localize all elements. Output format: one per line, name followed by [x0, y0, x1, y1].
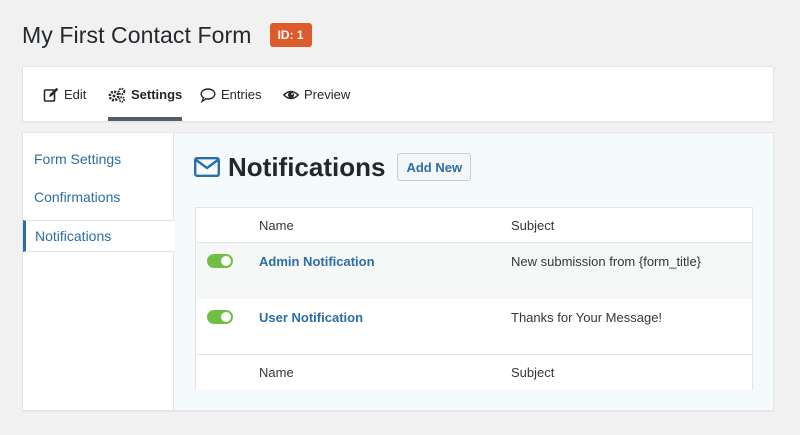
- tab-entries[interactable]: Entries: [200, 67, 261, 122]
- column-header-subject: Subject: [511, 218, 555, 233]
- speech-bubble-icon: [200, 87, 216, 103]
- page-title: My First Contact Form: [22, 21, 252, 48]
- page-header: My First Contact Form ID: 1: [22, 18, 312, 52]
- enable-toggle[interactable]: [207, 310, 233, 324]
- sidebar-item-form-settings[interactable]: Form Settings: [23, 143, 174, 175]
- add-new-button[interactable]: Add New: [397, 153, 472, 181]
- settings-panel: Form Settings Confirmations Notification…: [22, 132, 774, 411]
- column-footer-subject: Subject: [511, 365, 555, 380]
- settings-sidebar: Form Settings Confirmations Notification…: [23, 133, 175, 410]
- table-row: Admin Notification New submission from {…: [196, 243, 752, 299]
- table-footer-row: Name Subject: [196, 355, 752, 390]
- notifications-content: Notifications Add New Name Subject Admin…: [174, 133, 773, 410]
- tab-edit[interactable]: Edit: [43, 67, 86, 122]
- sidebar-item-confirmations[interactable]: Confirmations: [23, 181, 174, 213]
- table-header-row: Name Subject: [196, 208, 752, 243]
- sidebar-item-notifications[interactable]: Notifications: [23, 220, 175, 252]
- page: My First Contact Form ID: 1 Edit Setting…: [0, 0, 800, 435]
- section-title: Notifications: [228, 151, 386, 182]
- gears-icon: [108, 87, 126, 103]
- column-header-name: Name: [259, 218, 294, 233]
- notification-name-link[interactable]: Admin Notification: [259, 254, 375, 269]
- notification-name-cell: User Notification: [259, 299, 363, 335]
- form-tabs: Edit Settings Entries Preview: [22, 66, 774, 122]
- notification-subject: New submission from {form_title}: [511, 253, 702, 269]
- toggle-knob: [221, 312, 231, 322]
- tab-label: Settings: [131, 87, 183, 102]
- notification-name-link[interactable]: User Notification: [259, 310, 363, 325]
- notifications-table: Name Subject Admin Notification New subm…: [195, 207, 753, 390]
- envelope-icon: [194, 157, 220, 177]
- tab-label: Preview: [304, 87, 351, 102]
- toggle-knob: [221, 256, 231, 266]
- table-row: User Notification Thanks for Your Messag…: [196, 299, 752, 355]
- notification-subject: Thanks for Your Message!: [511, 309, 663, 325]
- form-id-badge: ID: 1: [269, 23, 312, 47]
- tab-preview[interactable]: Preview: [283, 67, 350, 122]
- tab-settings[interactable]: Settings: [108, 67, 183, 122]
- edit-icon: [43, 87, 59, 103]
- enable-toggle[interactable]: [207, 254, 233, 268]
- column-footer-name: Name: [259, 365, 294, 380]
- eye-icon: [283, 87, 299, 103]
- tab-label: Entries: [221, 87, 262, 102]
- notification-name-cell: Admin Notification: [259, 243, 375, 279]
- tab-label: Edit: [64, 87, 87, 102]
- section-header: Notifications Add New: [194, 151, 472, 183]
